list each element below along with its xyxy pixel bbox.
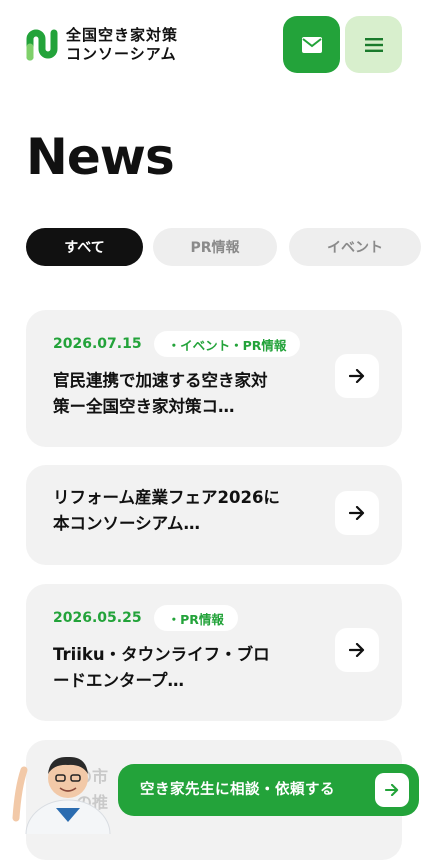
news-title-line-2: 策ー全国空き家対策コ… (53, 397, 235, 416)
arrow-right-icon (349, 506, 365, 520)
hamburger-menu-icon (364, 37, 383, 52)
news-title-line-1: リフォーム産業フェア2026に (53, 488, 280, 507)
site-logo[interactable]: 全国空き家対策 コンソーシアム (26, 26, 178, 64)
consult-cta-button[interactable]: 空き家先生に相談・依頼する (118, 764, 419, 816)
news-card[interactable]: 2026.05.25 ・PR情報 Triiku・タウンライフ・ブロ ードエンター… (26, 584, 402, 721)
tab-pr-info[interactable]: PR情報 (153, 228, 277, 266)
news-arrow-button[interactable] (335, 491, 379, 535)
logo-line-1: 全国空き家対策 (66, 26, 179, 44)
news-title: Triiku・タウンライフ・ブロ ードエンタープ… (53, 642, 303, 694)
cta-arrow (375, 773, 409, 807)
arrow-right-icon (349, 643, 365, 657)
news-title: リフォーム産業フェア2026に 本コンソーシアム… (53, 485, 303, 537)
tab-all[interactable]: すべて (26, 228, 143, 266)
logo-line-2: コンソーシアム (66, 45, 177, 63)
news-tag: ・イベント・PR情報 (153, 331, 301, 357)
news-meta: 2026.07.15 ・イベント・PR情報 (53, 331, 301, 357)
page-title: News (26, 128, 175, 186)
arrow-right-icon (385, 784, 399, 796)
news-title-line-1: 官民連携で加速する空き家対 (53, 371, 268, 390)
news-title-line-1: Triiku・タウンライフ・ブロ (53, 645, 270, 664)
mail-button[interactable] (283, 16, 340, 73)
news-card[interactable]: 2026.07.15 ・イベント・PR情報 官民連携で加速する空き家対 策ー全国… (26, 310, 402, 447)
tab-event[interactable]: イベント (289, 228, 421, 266)
advisor-avatar (12, 756, 111, 834)
news-title: 官民連携で加速する空き家対 策ー全国空き家対策コ… (53, 368, 303, 420)
news-title-line-2: 本コンソーシアム… (53, 514, 201, 533)
site-header: 全国空き家対策 コンソーシアム (0, 0, 428, 90)
news-title-line-2: ードエンタープ… (53, 671, 185, 690)
news-card[interactable]: リフォーム産業フェア2026に 本コンソーシアム… (26, 465, 402, 565)
logo-text: 全国空き家対策 コンソーシアム (66, 26, 178, 64)
news-arrow-button[interactable] (335, 354, 379, 398)
news-date: 2026.05.25 (53, 610, 142, 626)
menu-button[interactable] (345, 16, 402, 73)
news-date: 2026.07.15 (53, 336, 142, 352)
logo-mark-icon (26, 29, 58, 61)
news-meta: 2026.05.25 ・PR情報 (53, 605, 238, 631)
arrow-right-icon (349, 369, 365, 383)
mail-icon (301, 36, 322, 53)
news-arrow-button[interactable] (335, 628, 379, 672)
news-tag: ・PR情報 (153, 605, 238, 631)
cta-label: 空き家先生に相談・依頼する (140, 782, 335, 798)
